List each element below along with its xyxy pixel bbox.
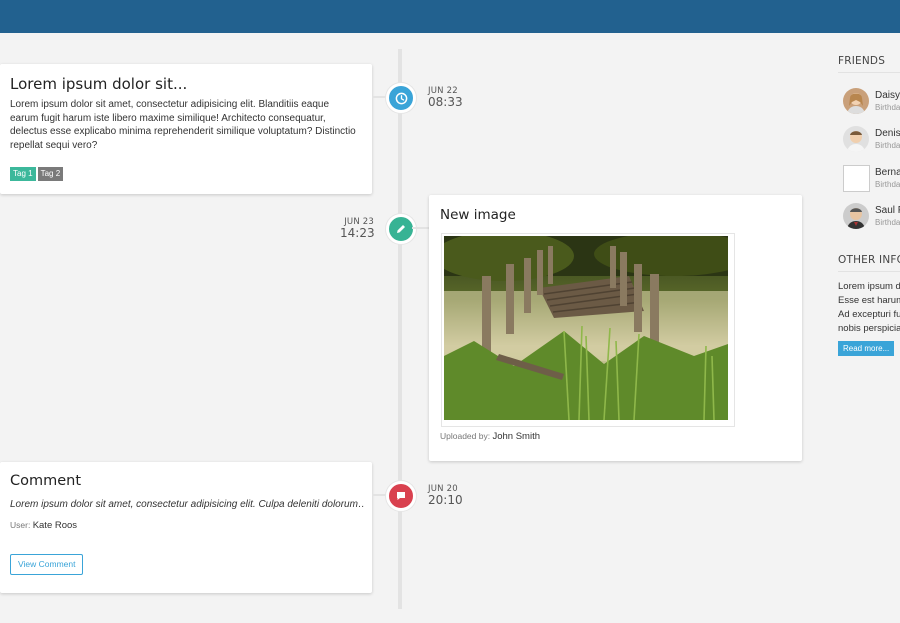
date-item-3: JUN 20 20:10 xyxy=(428,484,463,507)
image-title: New image xyxy=(440,207,516,223)
pencil-icon xyxy=(386,214,416,244)
uploaded-by-label: Uploaded by: xyxy=(440,431,491,441)
friend-item[interactable]: Berna Birthda xyxy=(843,165,900,193)
date-time: 14:23 xyxy=(340,226,375,240)
friend-name: Berna xyxy=(875,167,900,178)
other-info-line: Esse est harum xyxy=(838,295,900,306)
timeline-line xyxy=(398,49,402,609)
friend-birthday: Birthda xyxy=(875,103,900,112)
date-item-1: JUN 22 08:33 xyxy=(428,86,463,109)
friend-name: Daisy xyxy=(875,90,900,101)
friend-item[interactable]: Saul F Birthda xyxy=(843,203,900,231)
other-info-line: Ad excepturi fu xyxy=(838,309,900,320)
friend-birthday: Birthda xyxy=(875,141,900,150)
timeline-card-image: New image Uploaded by: John Smith xyxy=(429,195,802,461)
friends-title: FRIENDS xyxy=(838,55,900,73)
clock-icon xyxy=(386,83,416,113)
post-tags: Tag 1 Tag 2 xyxy=(10,163,65,181)
upload-info: Uploaded by: John Smith xyxy=(440,431,540,442)
other-info-title: OTHER INFO xyxy=(838,254,900,272)
connector-2 xyxy=(412,227,430,229)
tag-1[interactable]: Tag 1 xyxy=(10,167,36,181)
date-time: 20:10 xyxy=(428,493,463,507)
friends-list: Daisy Birthda Denis Birthda Berna Birthd… xyxy=(838,88,900,234)
comment-title: Comment xyxy=(10,473,82,489)
avatar xyxy=(843,88,869,114)
comment-user: User: Kate Roos xyxy=(10,520,77,531)
comment-icon xyxy=(386,481,416,511)
friend-name: Saul F xyxy=(875,205,900,216)
friend-item[interactable]: Denis Birthda xyxy=(843,126,900,154)
timeline-card-comment: Comment Lorem ipsum dolor sit amet, cons… xyxy=(0,462,372,593)
uploader-name: John Smith xyxy=(492,431,540,442)
avatar xyxy=(843,126,869,152)
other-info: OTHER INFO Lorem ipsum d Esse est harum … xyxy=(838,254,900,356)
friend-name: Denis xyxy=(875,128,900,139)
friend-birthday: Birthda xyxy=(875,180,900,189)
user-name: Kate Roos xyxy=(32,520,78,531)
avatar xyxy=(843,203,869,229)
avatar-broken xyxy=(843,165,870,192)
date-time: 08:33 xyxy=(428,95,463,109)
timeline-card-post: Lorem ipsum dolor sit... Lorem ipsum dol… xyxy=(0,64,372,194)
friend-item[interactable]: Daisy Birthda xyxy=(843,88,900,116)
sidebar: FRIENDS xyxy=(838,50,900,73)
tag-2[interactable]: Tag 2 xyxy=(37,167,64,181)
post-title: Lorem ipsum dolor sit... xyxy=(10,75,188,93)
comment-body: Lorem ipsum dolor sit amet, consectetur … xyxy=(10,499,365,510)
view-comment-button[interactable]: View Comment xyxy=(10,554,84,575)
user-label: User: xyxy=(10,520,31,530)
date-item-2: JUN 23 14:23 xyxy=(340,217,375,240)
read-more-button[interactable]: Read more... xyxy=(838,341,895,356)
post-body: Lorem ipsum dolor sit amet, consectetur … xyxy=(10,99,356,151)
lake-pier-image[interactable] xyxy=(434,231,754,427)
other-info-line: nobis perspicia xyxy=(838,323,900,334)
top-navbar xyxy=(0,0,900,33)
friend-birthday: Birthda xyxy=(875,218,900,227)
other-info-line: Lorem ipsum d xyxy=(838,281,900,292)
